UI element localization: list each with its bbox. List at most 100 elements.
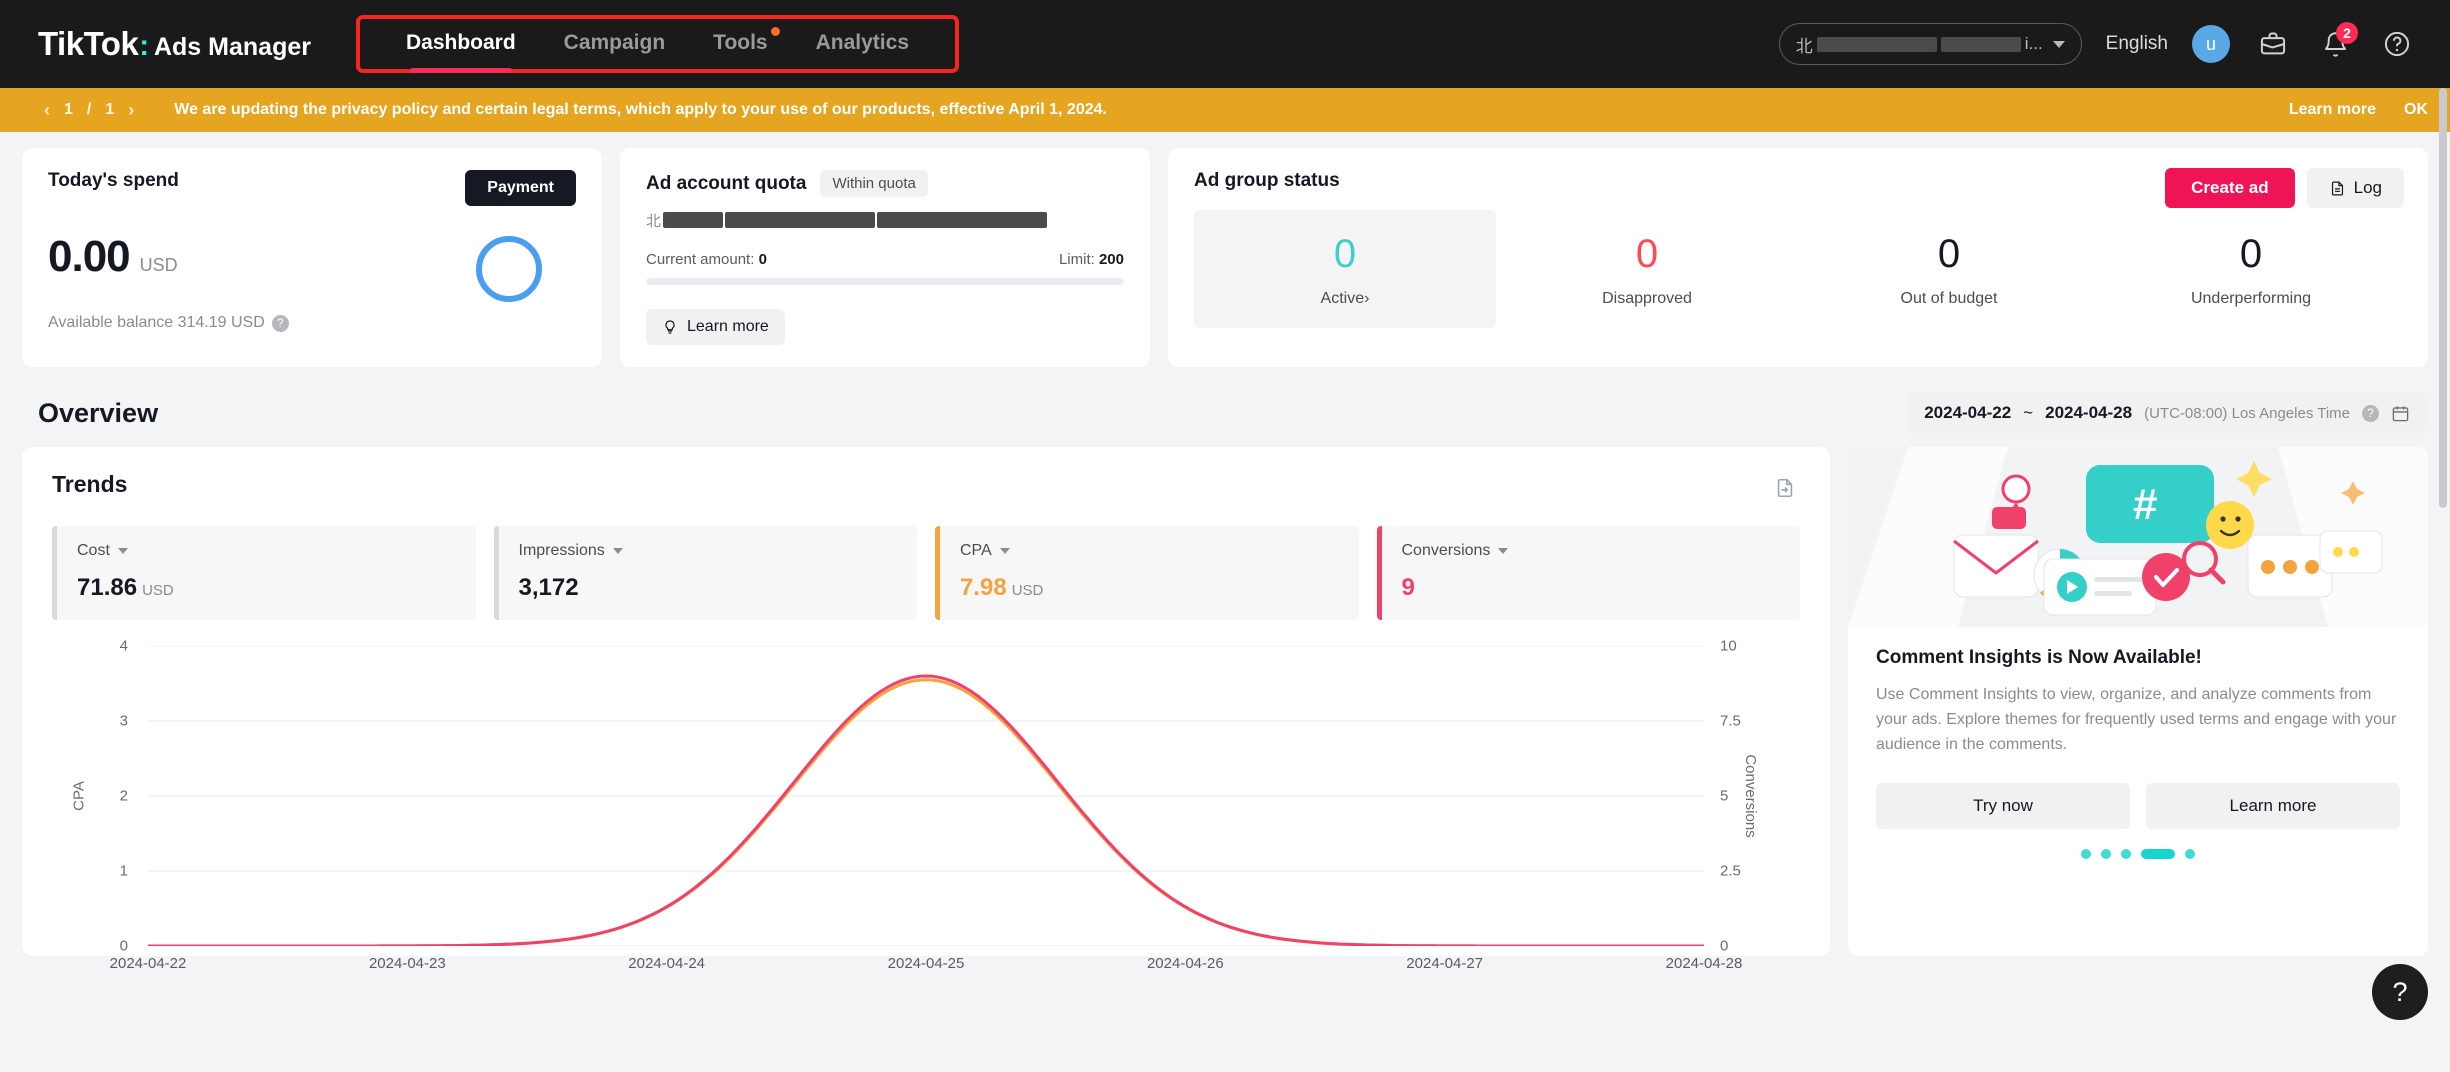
- metric-tile-impressions-head[interactable]: Impressions: [519, 542, 898, 560]
- nav-label-campaign: Campaign: [563, 31, 666, 54]
- timezone-help-icon[interactable]: ?: [2362, 404, 2379, 422]
- create-ad-button[interactable]: Create ad: [2165, 168, 2295, 208]
- help-icon[interactable]: [2378, 25, 2416, 63]
- avatar-initial: u: [2205, 33, 2216, 54]
- metric-tile-cost-head[interactable]: Cost: [77, 542, 456, 560]
- logo-text: TikTok: [38, 25, 139, 62]
- quota-learn-more-button[interactable]: Learn more: [646, 309, 785, 345]
- chart-x-tick: 2024-04-25: [887, 955, 965, 972]
- language-label: English: [2105, 33, 2168, 54]
- quota-status-badge: Within quota: [820, 170, 928, 197]
- chart-x-tick: 2024-04-26: [1146, 955, 1224, 972]
- log-button[interactable]: Log: [2306, 168, 2404, 208]
- quota-current: Current amount: 0: [646, 251, 767, 268]
- calendar-icon: [2392, 405, 2409, 421]
- banner-ok-button[interactable]: OK: [2404, 101, 2428, 119]
- banner-learn-more-link[interactable]: Learn more: [2289, 101, 2376, 119]
- logo-subtitle: Ads Manager: [153, 33, 311, 61]
- carousel-dot[interactable]: [2101, 849, 2111, 860]
- nav-item-analytics[interactable]: Analytics: [792, 25, 933, 61]
- nav-item-tools[interactable]: Tools: [689, 25, 791, 61]
- nav-item-campaign[interactable]: Campaign: [540, 25, 690, 61]
- trends-title: Trends: [52, 471, 128, 497]
- promo-learn-more-button[interactable]: Learn more: [2146, 783, 2400, 830]
- chevron-down-icon: [612, 548, 623, 554]
- promo-panel: # Comment Insights is Now Available! Use…: [1848, 447, 2428, 956]
- status-cell-active[interactable]: 0 Active›: [1194, 210, 1496, 328]
- tiktok-ads-manager-logo[interactable]: TikTok : Ads Manager: [38, 25, 311, 63]
- carousel-dot[interactable]: [2121, 849, 2131, 860]
- date-range-separator: ~: [2023, 403, 2034, 422]
- metric-tile-impressions-value: 3,172: [518, 574, 579, 601]
- document-icon: [2331, 181, 2343, 195]
- status-label-active: Active›: [1320, 290, 1370, 307]
- log-label: Log: [2353, 178, 2382, 197]
- banner-next-arrow-icon[interactable]: ›: [128, 100, 134, 121]
- payment-button[interactable]: Payment: [465, 170, 576, 206]
- chart-left-axis-label: CPA: [70, 781, 88, 811]
- page-scrollbar[interactable]: [2438, 88, 2448, 1072]
- metric-tile-impressions[interactable]: Impressions 3,172: [493, 526, 917, 620]
- metric-tile-cpa-head[interactable]: CPA: [960, 542, 1339, 560]
- carousel-dot[interactable]: [2081, 849, 2091, 860]
- bell-icon[interactable]: 2: [2316, 22, 2358, 63]
- chart-right-tick: 2.5: [1720, 862, 1741, 880]
- chart-x-tick: 2024-04-24: [628, 955, 706, 972]
- available-balance-text: Available balance 314.19 USD: [48, 314, 265, 331]
- metric-tile-cpa[interactable]: CPA 7.98 USD: [935, 526, 1359, 620]
- quota-progress-bar: [646, 278, 1124, 285]
- help-fab-button[interactable]: ?: [2372, 964, 2428, 1020]
- banner-prev-arrow-icon[interactable]: ‹: [44, 100, 50, 121]
- metric-tile-impressions-label: Impressions: [518, 542, 605, 559]
- account-redacted-2: [1940, 36, 2021, 52]
- trends-chart: CPA Conversions 01234 0 2.5 5 7.5 10 2024-04…: [52, 638, 1800, 973]
- quota-title: Ad account quota: [646, 172, 807, 194]
- metric-tile-conversions-label: Conversions: [1401, 542, 1491, 559]
- language-selector[interactable]: English: [2106, 33, 2168, 55]
- quota-current-label: Current amount:: [646, 251, 755, 268]
- logo-colon: :: [139, 30, 149, 62]
- banner-actions: Learn more OK: [2289, 101, 2428, 119]
- chart-right-tick: 10: [1720, 637, 1737, 655]
- metric-tile-conversions-head[interactable]: Conversions: [1402, 542, 1781, 560]
- status-cell-out-of-budget[interactable]: 0 Out of budget: [1798, 210, 2100, 328]
- metric-tile-cost-label: Cost: [77, 542, 110, 559]
- status-metrics-grid: 0 Active› 0 Disapproved 0 Out of budget …: [1194, 210, 2402, 328]
- promo-heading: Comment Insights is Now Available!: [1876, 647, 2202, 668]
- chevron-down-icon: [999, 548, 1010, 554]
- account-redacted-1: [1816, 36, 1937, 52]
- date-range-picker[interactable]: 2024-04-22 ~ 2024-04-28 (UTC-08:00) Los …: [1908, 393, 2426, 433]
- nav-item-dashboard[interactable]: Dashboard: [382, 25, 540, 73]
- account-name: 北 i...: [1796, 32, 2043, 57]
- avatar[interactable]: u: [2192, 25, 2230, 63]
- export-icon[interactable]: [1774, 477, 1796, 504]
- status-cell-disapproved[interactable]: 0 Disapproved: [1496, 210, 1798, 328]
- carousel-dot[interactable]: [2185, 849, 2195, 860]
- chart-right-tick: 5: [1720, 787, 1729, 805]
- balance-help-icon[interactable]: ?: [271, 314, 289, 332]
- chart-left-tick: 0: [119, 937, 128, 955]
- carousel-dot[interactable]: [2141, 849, 2175, 860]
- briefcase-icon[interactable]: [2254, 25, 2292, 63]
- tools-notification-dot-icon: [770, 27, 780, 36]
- header-actions: 北 i... English u 2: [1778, 22, 2416, 65]
- metric-tile-cost[interactable]: Cost 71.86 USD: [52, 526, 476, 620]
- status-value-out-of-budget: 0: [1937, 232, 1961, 276]
- chart-x-tick: 2024-04-23: [368, 955, 446, 972]
- status-cell-underperforming[interactable]: 0 Underperforming: [2100, 210, 2402, 328]
- promo-carousel-dots[interactable]: [1848, 849, 2428, 860]
- try-now-button[interactable]: Try now: [1876, 783, 2130, 830]
- account-selector[interactable]: 北 i...: [1778, 23, 2082, 65]
- quota-learn-more-label: Learn more: [687, 318, 769, 335]
- summary-cards-row: Today's spend Payment 0.00 USD Available…: [0, 132, 2450, 367]
- quota-account-redacted-1: [663, 212, 724, 228]
- nav-label-tools: Tools: [713, 31, 768, 54]
- metric-tile-cost-value: 71.86 USD: [77, 574, 174, 601]
- scrollbar-thumb[interactable]: [2439, 88, 2447, 508]
- metric-tiles: Cost 71.86 USD Impressions 3,172 CPA 7.9…: [52, 526, 1800, 620]
- status-label-disapproved: Disapproved: [1602, 290, 1692, 307]
- promo-body-text: Use Comment Insights to view, organize, …: [1876, 686, 2397, 753]
- metric-tile-conversions[interactable]: Conversions 9: [1376, 526, 1800, 620]
- spend-currency: USD: [139, 255, 178, 275]
- chart-left-tick: 1: [119, 862, 128, 880]
